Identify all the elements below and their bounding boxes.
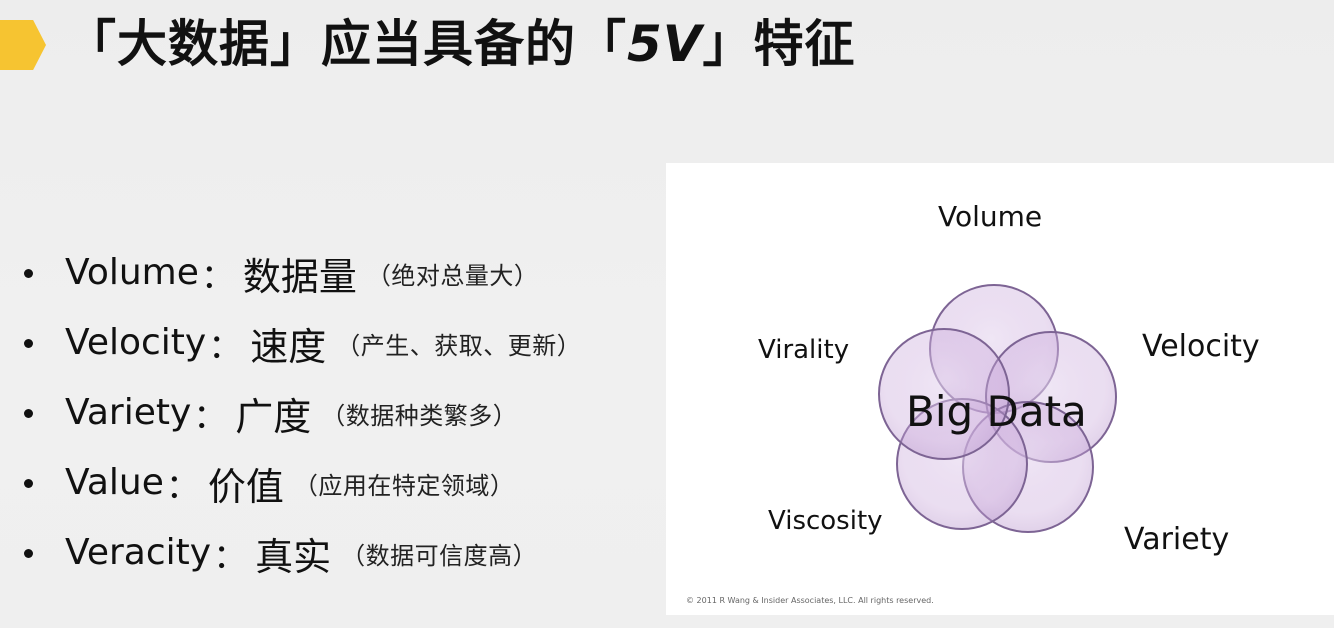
diagram-label-viscosity: Viscosity [768, 506, 883, 536]
bullet-colon: ： [165, 466, 200, 507]
bullet-dot [24, 548, 33, 558]
bullet-term: Value [65, 462, 164, 503]
bullet-item-value: Value ： 价值 （应用在特定领域） [18, 448, 658, 518]
bullet-note: （产生、获取、更新） [336, 331, 582, 360]
bullet-colon: ： [200, 256, 235, 297]
bullet-dot [24, 408, 33, 418]
bullet-chinese-term: 价值 [207, 464, 284, 509]
bullet-term: Velocity [65, 322, 207, 363]
bullet-note: （数据种类繁多） [321, 401, 518, 430]
bullet-chinese-term: 广度 [235, 394, 312, 439]
bullet-chinese-term: 真实 [255, 534, 332, 579]
bullet-dot [24, 478, 33, 488]
diagram-label-variety: Variety [1124, 522, 1229, 557]
bullet-note: （绝对总量大） [366, 261, 539, 290]
slide-title: 「大数据」应当具备的「5V」特征 [66, 8, 856, 80]
bullet-colon: ： [208, 326, 243, 367]
bullet-item-variety: Variety ： 广度 （数据种类繁多） [18, 378, 658, 448]
bullet-chinese-term: 数据量 [242, 254, 357, 299]
bullet-item-volume: Volume ： 数据量 （绝对总量大） [18, 238, 658, 308]
bullet-term: Variety [65, 392, 192, 433]
bullet-dot [24, 338, 33, 348]
big-data-venn-figure: Volume Virality Velocity Big Data Viscos… [666, 163, 1334, 615]
bullet-item-veracity: Veracity ： 真实 （数据可信度高） [18, 518, 658, 588]
bullet-term: Veracity [65, 532, 212, 573]
bullet-chinese-term: 速度 [250, 324, 327, 369]
diagram-label-volume: Volume [938, 200, 1042, 233]
bullet-colon: ： [213, 536, 248, 577]
bullet-colon: ： [193, 396, 228, 437]
diagram-copyright: © 2011 R Wang & Insider Associates, LLC.… [686, 596, 934, 605]
title-prefix: 「大数据」应当具备的「 [66, 15, 627, 73]
slide-canvas: 「大数据」应当具备的「5V」特征 Volume ： 数据量 （绝对总量大） Ve… [0, 0, 1334, 628]
diagram-label-center: Big Data [906, 387, 1087, 436]
title-suffix: 」特征 [702, 15, 856, 73]
bullet-item-velocity: Velocity ： 速度 （产生、获取、更新） [18, 308, 658, 378]
bullet-list: Volume ： 数据量 （绝对总量大） Velocity ： 速度 （产生、获… [18, 238, 658, 588]
bullet-dot [24, 268, 33, 278]
title-5v: 5V [627, 15, 703, 73]
bullet-note: （数据可信度高） [341, 541, 538, 570]
bullet-note: （应用在特定领域） [293, 471, 515, 500]
big-data-venn-diagram: Volume Virality Velocity Big Data Viscos… [758, 200, 1260, 557]
title-accent-marker [0, 20, 46, 70]
diagram-label-velocity: Velocity [1142, 329, 1260, 364]
bullet-term: Volume [65, 252, 199, 293]
diagram-label-virality: Virality [758, 335, 849, 365]
